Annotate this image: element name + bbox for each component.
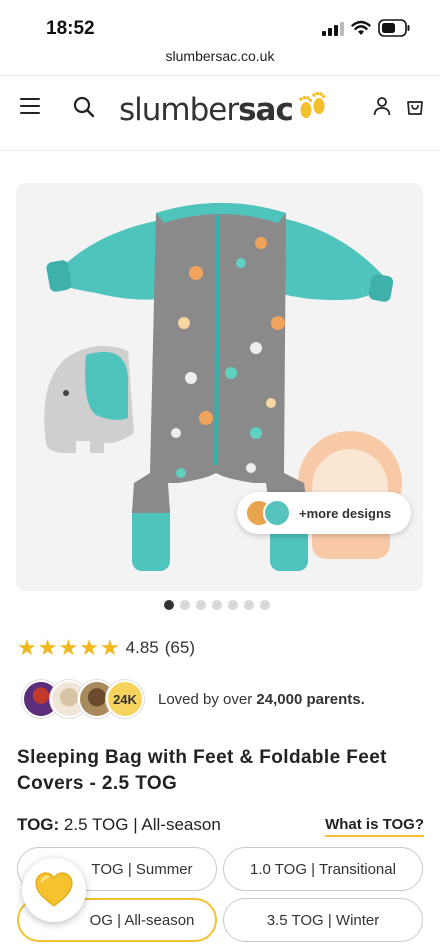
url-bar[interactable]: slumbersac.co.uk bbox=[0, 48, 440, 74]
cellular-signal-icon bbox=[322, 22, 344, 36]
tog-selector-header: TOG: 2.5 TOG | All-season What is TOG? bbox=[17, 815, 424, 839]
carousel-dot[interactable] bbox=[228, 600, 238, 610]
star-icon: ★ bbox=[99, 635, 120, 660]
site-header: slumbersac bbox=[0, 76, 440, 150]
design-thumbnail bbox=[263, 499, 291, 527]
star-icon: ★ bbox=[58, 635, 79, 660]
tog-option-label: OG | All-season bbox=[89, 911, 195, 929]
status-bar: 18:52 bbox=[0, 0, 440, 46]
logo[interactable]: slumbersac bbox=[119, 90, 330, 130]
carousel-dot[interactable] bbox=[212, 600, 222, 610]
carousel-dot[interactable] bbox=[244, 600, 254, 610]
elephant-illustration bbox=[44, 345, 134, 453]
social-proof: 24K Loved by over 24,000 parents. bbox=[22, 678, 365, 720]
star-icon: ★ bbox=[17, 635, 37, 660]
tog-option-label: 1.0 TOG | Transitional bbox=[250, 860, 396, 878]
count-badge: 24K bbox=[106, 680, 144, 718]
product-title: Sleeping Bag with Feet & Foldable Feet C… bbox=[17, 747, 387, 794]
heart-icon bbox=[35, 872, 73, 907]
search-icon[interactable] bbox=[73, 96, 95, 118]
carousel-dot[interactable] bbox=[180, 600, 190, 610]
rating-value: 4.85 bbox=[125, 638, 159, 657]
status-time: 18:52 bbox=[46, 18, 95, 39]
footprints-icon bbox=[299, 91, 325, 118]
menu-icon[interactable] bbox=[20, 98, 40, 114]
carousel-dots bbox=[164, 600, 276, 610]
tog-option-1-0[interactable]: 1.0 TOG | Transitional bbox=[223, 847, 423, 891]
wifi-icon bbox=[351, 20, 371, 35]
carousel-dot[interactable] bbox=[196, 600, 206, 610]
carousel-dot[interactable] bbox=[164, 600, 174, 610]
logo-text: slumbersac bbox=[119, 92, 294, 128]
tog-current: TOG: 2.5 TOG | All-season bbox=[17, 815, 221, 834]
rating-summary[interactable]: ★ ★ ★ ★ ★ 4.85 (65) bbox=[17, 636, 195, 660]
wishlist-button[interactable] bbox=[22, 858, 86, 922]
social-proof-text: Loved by over 24,000 parents. bbox=[158, 690, 365, 708]
divider bbox=[0, 150, 440, 151]
url-text: slumbersac.co.uk bbox=[165, 48, 275, 64]
star-icon: ★ bbox=[37, 635, 58, 660]
tog-option-3-5[interactable]: 3.5 TOG | Winter bbox=[223, 898, 423, 942]
more-designs-button[interactable]: +more designs bbox=[237, 492, 411, 534]
review-count: (65) bbox=[164, 638, 195, 657]
carousel-dot[interactable] bbox=[260, 600, 270, 610]
cart-icon[interactable] bbox=[405, 96, 425, 116]
tog-option-label: TOG | Summer bbox=[91, 860, 193, 878]
star-icon: ★ bbox=[79, 635, 99, 660]
tog-option-label: 3.5 TOG | Winter bbox=[266, 911, 380, 929]
battery-icon bbox=[378, 19, 410, 37]
what-is-tog-link[interactable]: What is TOG? bbox=[325, 816, 424, 837]
more-designs-label: +more designs bbox=[299, 505, 392, 521]
account-icon[interactable] bbox=[372, 96, 392, 116]
